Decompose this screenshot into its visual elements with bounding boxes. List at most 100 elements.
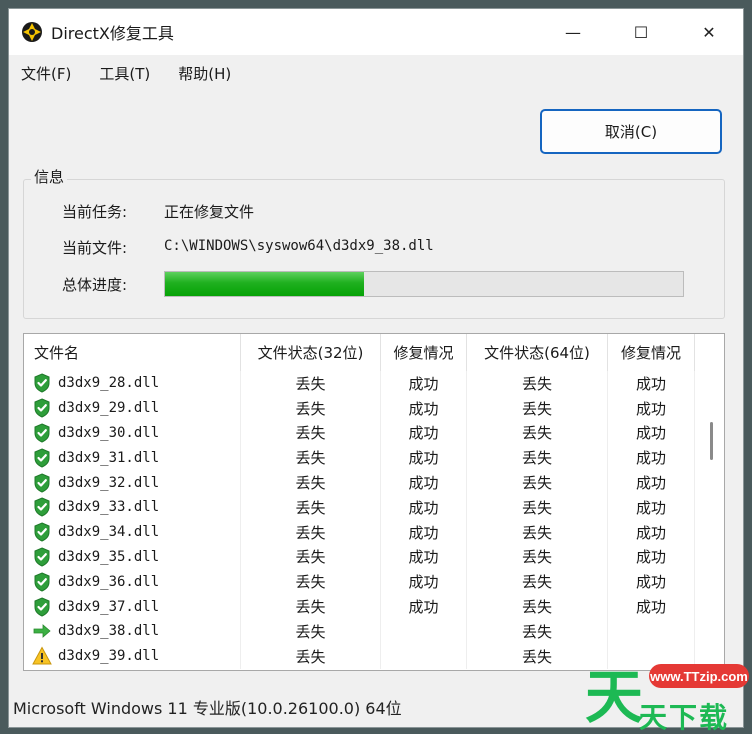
filename-text: d3dx9_38.dll [58,623,160,640]
header-filename[interactable]: 文件名 [24,334,241,371]
filename-text: d3dx9_35.dll [58,548,160,565]
cell-repair-64: 成功 [608,470,695,495]
table-row[interactable]: d3dx9_30.dll 丢失 成功 丢失 成功 [24,420,699,446]
cell-status-32: 丢失 [241,594,381,619]
cell-status-32: 丢失 [241,643,381,669]
minimize-button[interactable]: — [539,9,607,55]
list-rows: d3dx9_28.dll 丢失 成功 丢失 成功 d3dx9_29.dll 丢失 成功 丢失 成功… [24,371,699,669]
scrollbar-thumb[interactable] [710,422,713,460]
cell-repair-32: 成功 [381,420,467,446]
watermark-url: www.TTzip.com [649,664,749,688]
cell-repair-32: 成功 [381,470,467,495]
close-button[interactable]: ✕ [675,9,743,55]
cell-filename: d3dx9_28.dll [24,371,241,396]
table-row[interactable]: d3dx9_37.dll 丢失 成功 丢失 成功 [24,594,699,619]
table-row[interactable]: d3dx9_36.dll 丢失 成功 丢失 成功 [24,569,699,595]
cell-status-64: 丢失 [467,519,608,545]
cell-status-64: 丢失 [467,544,608,570]
cell-status-64: 丢失 [467,494,608,520]
cell-filename: d3dx9_38.dll [24,618,241,644]
menu-bar: 文件(F) 工具(T) 帮助(H) [9,55,743,91]
cell-filename: d3dx9_29.dll [24,395,241,421]
cell-status-64: 丢失 [467,420,608,446]
overall-progress-label: 总体进度: [62,276,128,294]
cancel-button[interactable]: 取消(C) [540,109,722,154]
header-repair-64[interactable]: 修复情况 [608,334,695,371]
table-row[interactable]: d3dx9_33.dll 丢失 成功 丢失 成功 [24,494,699,520]
table-row[interactable]: d3dx9_38.dll 丢失 丢失 [24,618,699,644]
cell-repair-32: 成功 [381,544,467,570]
list-scrollbar[interactable] [702,334,724,670]
file-list[interactable]: 文件名 文件状态(32位) 修复情况 文件状态(64位) 修复情况 d3dx9_… [23,333,725,671]
cell-status-64: 丢失 [467,371,608,396]
cell-filename: d3dx9_36.dll [24,569,241,595]
current-task-value: 正在修复文件 [164,203,255,221]
current-task-label: 当前任务: [62,203,128,221]
cell-filename: d3dx9_39.dll [24,643,241,669]
table-row[interactable]: d3dx9_31.dll 丢失 成功 丢失 成功 [24,445,699,471]
filename-text: d3dx9_30.dll [58,424,160,441]
cell-repair-32: 成功 [381,395,467,421]
cell-repair-32: 成功 [381,569,467,595]
app-window: DirectX修复工具 — ☐ ✕ 文件(F) 工具(T) 帮助(H) 取消(C… [8,8,744,728]
cell-repair-64: 成功 [608,395,695,421]
cell-status-64: 丢失 [467,569,608,595]
table-row[interactable]: d3dx9_32.dll 丢失 成功 丢失 成功 [24,470,699,495]
cell-repair-64: 成功 [608,445,695,471]
header-repair-32[interactable]: 修复情况 [381,334,467,371]
cell-filename: d3dx9_35.dll [24,544,241,570]
shield-check-icon [32,597,52,617]
cell-status-32: 丢失 [241,494,381,520]
shield-check-icon [32,572,52,592]
current-file-value: C:\WINDOWS\syswow64\d3dx9_38.dll [164,238,434,254]
table-row[interactable]: d3dx9_34.dll 丢失 成功 丢失 成功 [24,519,699,545]
shield-check-icon [32,398,52,418]
cell-status-32: 丢失 [241,519,381,545]
table-row[interactable]: d3dx9_29.dll 丢失 成功 丢失 成功 [24,395,699,421]
warning-icon [32,646,52,666]
cell-filename: d3dx9_32.dll [24,470,241,495]
window-title: DirectX修复工具 [51,24,174,43]
cell-repair-32: 成功 [381,594,467,619]
shield-check-icon [32,522,52,542]
title-bar: DirectX修复工具 — ☐ ✕ [9,9,743,55]
cell-status-64: 丢失 [467,618,608,644]
table-row[interactable]: d3dx9_35.dll 丢失 成功 丢失 成功 [24,544,699,570]
shield-check-icon [32,448,52,468]
shield-check-icon [32,473,52,493]
cell-status-32: 丢失 [241,470,381,495]
cell-status-32: 丢失 [241,420,381,446]
cell-repair-64 [608,618,695,644]
watermark-text: 天下载 [639,701,730,734]
menu-file[interactable]: 文件(F) [21,63,71,84]
menu-tools[interactable]: 工具(T) [99,63,150,84]
cell-status-64: 丢失 [467,395,608,421]
cell-filename: d3dx9_30.dll [24,420,241,446]
header-status-32[interactable]: 文件状态(32位) [241,334,381,371]
window-controls: — ☐ ✕ [539,9,743,55]
watermark: 天 天下载 www.TTzip.com [577,660,752,734]
filename-text: d3dx9_33.dll [58,499,160,516]
menu-help[interactable]: 帮助(H) [178,63,231,84]
cell-repair-32: 成功 [381,445,467,471]
cell-repair-64: 成功 [608,494,695,520]
current-file-label: 当前文件: [62,239,128,257]
cell-status-32: 丢失 [241,371,381,396]
cell-status-64: 丢失 [467,470,608,495]
cell-status-32: 丢失 [241,544,381,570]
maximize-button[interactable]: ☐ [607,9,675,55]
cell-status-32: 丢失 [241,618,381,644]
filename-text: d3dx9_39.dll [58,648,160,665]
filename-text: d3dx9_31.dll [58,449,160,466]
cell-filename: d3dx9_31.dll [24,445,241,471]
cell-repair-64: 成功 [608,420,695,446]
cell-repair-64: 成功 [608,569,695,595]
cell-filename: d3dx9_33.dll [24,494,241,520]
shield-check-icon [32,547,52,567]
filename-text: d3dx9_32.dll [58,474,160,491]
info-group-title: 信息 [31,166,68,187]
cell-repair-32: 成功 [381,519,467,545]
header-status-64[interactable]: 文件状态(64位) [467,334,608,371]
cell-filename: d3dx9_37.dll [24,594,241,619]
table-row[interactable]: d3dx9_28.dll 丢失 成功 丢失 成功 [24,371,699,396]
